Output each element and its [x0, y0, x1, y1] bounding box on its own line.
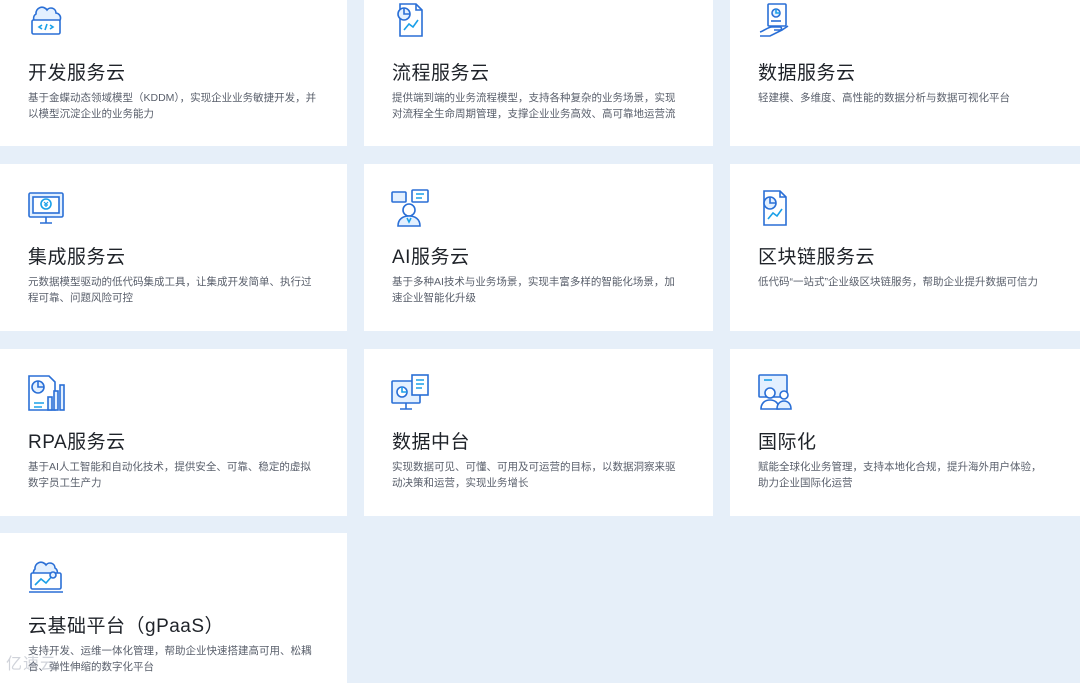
- rpa-chart-icon: [26, 373, 66, 413]
- cloud-code-icon: [26, 0, 66, 40]
- card-data-cloud[interactable]: 数据服务云 轻建模、多维度、高性能的数据分析与数据可视化平台: [730, 0, 1080, 146]
- blockchain-doc-icon: [756, 188, 796, 228]
- data-platform-icon: [390, 373, 430, 413]
- card-title: 国际化: [758, 432, 817, 453]
- card-description: 轻建模、多维度、高性能的数据分析与数据可视化平台: [758, 92, 1010, 104]
- card-data-platform[interactable]: 数据中台 实现数据可见、可懂、可用及可运营的目标，以数据洞察来驱动决策和运营，实…: [364, 349, 713, 516]
- card-ai-cloud[interactable]: AI服务云 基于多种AI技术与业务场景，实现丰富多样的智能化场景，加速企业智能化…: [364, 164, 713, 331]
- card-process-cloud[interactable]: 流程服务云 提供端到端的业务流程模型，支持各种复杂的业务场景，实现对流程全生命周…: [364, 0, 713, 146]
- watermark: 亿速云: [6, 656, 58, 673]
- ai-person-icon: [390, 188, 430, 228]
- data-hand-icon: [756, 0, 796, 40]
- card-dev-cloud[interactable]: 开发服务云 基于金蝶动态领域模型（KDDM），实现企业业务敏捷开发，并以模型沉淀…: [0, 0, 347, 146]
- card-description: 基于AI人工智能和自动化技术，提供安全、可靠、稳定的虚拟数字员工生产力: [28, 461, 311, 489]
- global-users-icon: [756, 373, 796, 413]
- card-description: 元数据模型驱动的低代码集成工具，让集成开发简单、执行过程可靠、问题风险可控: [28, 276, 312, 304]
- card-description: 低代码“一站式”企业级区块链服务，帮助企业提升数据可信力: [758, 276, 1038, 288]
- product-grid-page: 开发服务云 基于金蝶动态领域模型（KDDM），实现企业业务敏捷开发，并以模型沉淀…: [0, 0, 1080, 683]
- card-title: 开发服务云: [28, 63, 126, 84]
- card-title: 云基础平台（gPaaS）: [28, 616, 225, 637]
- card-title: 数据中台: [392, 432, 471, 453]
- card-description: 支持开发、运维一体化管理，帮助企业快速搭建高可用、松耦合、弹性伸缩的数字化平台: [28, 645, 312, 673]
- card-rpa-cloud[interactable]: RPA服务云 基于AI人工智能和自动化技术，提供安全、可靠、稳定的虚拟数字员工生…: [0, 349, 347, 516]
- process-chart-icon: [390, 0, 430, 40]
- card-description: 提供端到端的业务流程模型，支持各种复杂的业务场景，实现对流程全生命周期管理，支撑…: [392, 92, 676, 120]
- monitor-yen-icon: [26, 188, 66, 228]
- card-title: AI服务云: [392, 247, 470, 268]
- card-description: 实现数据可见、可懂、可用及可运营的目标，以数据洞察来驱动决策和运营，实现业务增长: [392, 461, 676, 489]
- card-description: 基于多种AI技术与业务场景，实现丰富多样的智能化场景，加速企业智能化升级: [392, 276, 675, 304]
- card-title: 数据服务云: [758, 63, 856, 84]
- card-integration-cloud[interactable]: 集成服务云 元数据模型驱动的低代码集成工具，让集成开发简单、执行过程可靠、问题风…: [0, 164, 347, 331]
- card-title: RPA服务云: [28, 432, 126, 453]
- card-description: 基于金蝶动态领域模型（KDDM），实现企业业务敏捷开发，并以模型沉淀企业的业务能…: [28, 92, 317, 120]
- cloud-platform-icon: [26, 557, 66, 597]
- card-title: 集成服务云: [28, 247, 126, 268]
- card-title: 流程服务云: [392, 63, 490, 84]
- card-title: 区块链服务云: [758, 247, 876, 268]
- card-internationalization[interactable]: 国际化 赋能全球化业务管理，支持本地化合规，提升海外用户体验，助力企业国际化运营: [730, 349, 1080, 516]
- card-blockchain-cloud[interactable]: 区块链服务云 低代码“一站式”企业级区块链服务，帮助企业提升数据可信力: [730, 164, 1080, 331]
- card-description: 赋能全球化业务管理，支持本地化合规，提升海外用户体验，助力企业国际化运营: [758, 461, 1042, 489]
